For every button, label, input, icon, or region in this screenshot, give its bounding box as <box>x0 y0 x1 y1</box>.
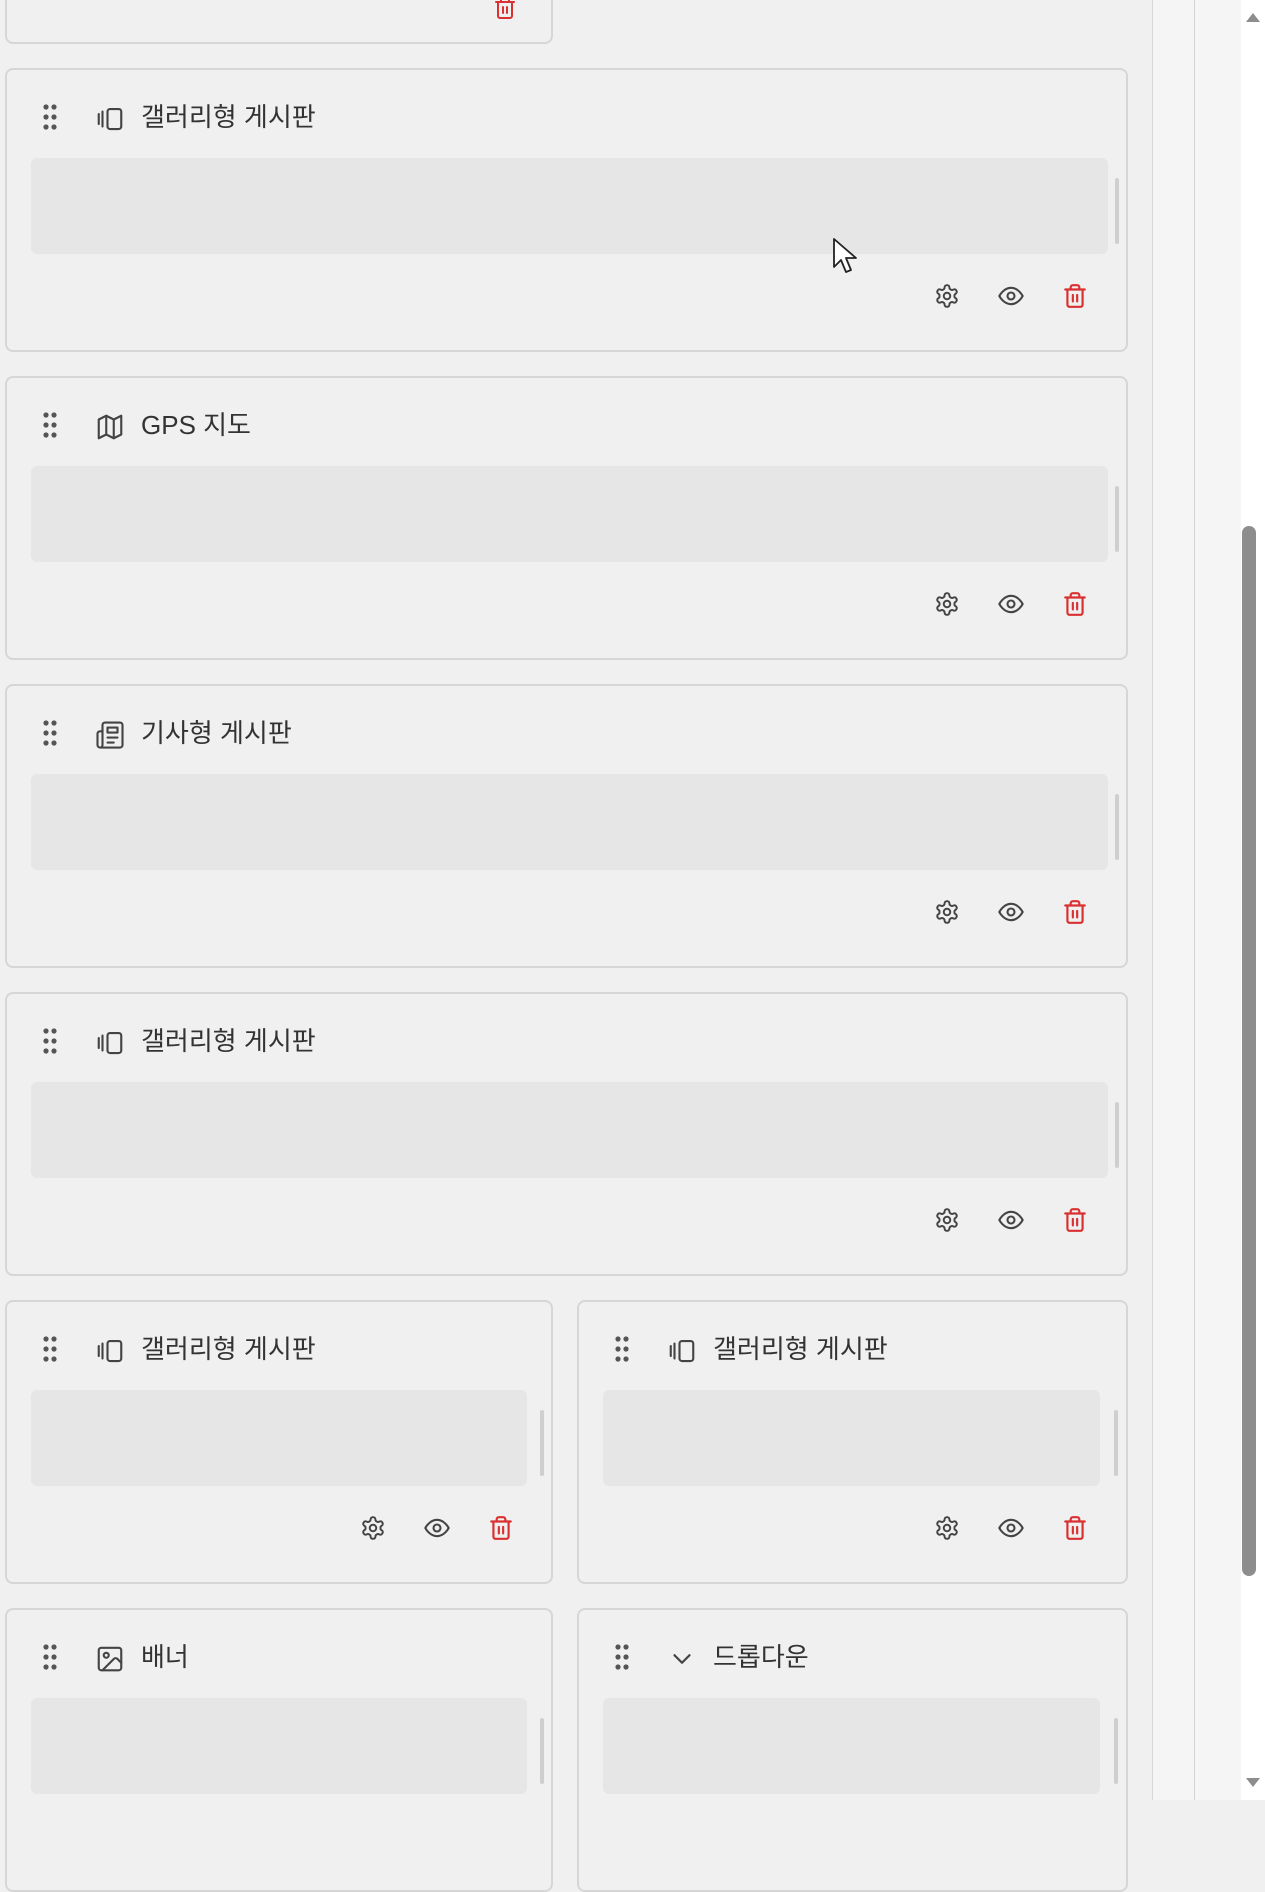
scroll-down-arrow-icon[interactable] <box>1241 1764 1265 1800</box>
card-scrollbar[interactable] <box>1114 1718 1118 1784</box>
card-scrollbar[interactable] <box>1115 794 1119 860</box>
card-title: 배너 <box>141 1642 189 1672</box>
layout-canvas: 갤러리형 게시판 GPS 지도 기사형 게시판 갤러리형 게시판 갤러리형 게시… <box>0 0 1152 1892</box>
card-scrollbar[interactable] <box>540 1410 544 1476</box>
gear-icon[interactable] <box>931 280 963 312</box>
card-banner[interactable]: 배너 <box>5 1608 553 1892</box>
gallery-icon <box>667 1336 697 1366</box>
scroll-up-arrow-icon[interactable] <box>1241 0 1265 36</box>
card-scrollbar[interactable] <box>1114 1410 1118 1476</box>
mouse-cursor-icon <box>832 237 860 277</box>
right-side-panel <box>1152 0 1242 1800</box>
card-scrollbar[interactable] <box>1115 486 1119 552</box>
drag-handle-icon[interactable] <box>43 1644 57 1670</box>
card-content-area <box>31 466 1108 562</box>
drag-handle-icon[interactable] <box>43 1028 57 1054</box>
card-content-area <box>31 774 1108 870</box>
map-icon <box>95 412 125 442</box>
gallery-icon <box>95 104 125 134</box>
card-title: 갤러리형 게시판 <box>141 102 316 132</box>
card-title: GPS 지도 <box>141 410 251 440</box>
gear-icon[interactable] <box>931 1512 963 1544</box>
trash-icon[interactable] <box>1059 1512 1091 1544</box>
card-gallery-board[interactable]: 갤러리형 게시판 <box>577 1300 1128 1584</box>
trash-icon[interactable] <box>1059 280 1091 312</box>
gallery-icon <box>95 1028 125 1058</box>
card-title: 갤러리형 게시판 <box>713 1334 888 1364</box>
eye-icon[interactable] <box>995 280 1027 312</box>
card-title: 드롭다운 <box>713 1642 809 1672</box>
card-actions <box>7 1204 1130 1236</box>
card-title: 갤러리형 게시판 <box>141 1334 316 1364</box>
page-scrollbar[interactable] <box>1241 0 1265 1800</box>
gear-icon[interactable] <box>931 896 963 928</box>
card-actions <box>7 280 1130 312</box>
drag-handle-icon[interactable] <box>43 104 57 130</box>
image-icon <box>95 1644 125 1674</box>
drag-handle-icon[interactable] <box>43 1336 57 1362</box>
trash-icon[interactable] <box>1059 896 1091 928</box>
trash-icon[interactable] <box>1059 588 1091 620</box>
card-partial-top <box>5 0 553 44</box>
card-content-area <box>603 1698 1100 1794</box>
chevron-down-icon <box>667 1644 697 1674</box>
gear-icon[interactable] <box>931 588 963 620</box>
panel-divider <box>1194 0 1195 1800</box>
drag-handle-icon[interactable] <box>615 1644 629 1670</box>
card-content-area <box>31 1082 1108 1178</box>
eye-icon[interactable] <box>995 896 1027 928</box>
card-content-area <box>31 1390 527 1486</box>
card-scrollbar[interactable] <box>1115 178 1119 244</box>
card-content-area <box>31 1698 527 1794</box>
card-gallery-board[interactable]: 갤러리형 게시판 <box>5 992 1128 1276</box>
card-gallery-board[interactable]: 갤러리형 게시판 <box>5 1300 553 1584</box>
gallery-icon <box>95 1336 125 1366</box>
card-actions <box>7 896 1130 928</box>
card-content-area <box>31 158 1108 254</box>
card-title: 갤러리형 게시판 <box>141 1026 316 1056</box>
newspaper-icon <box>95 720 125 750</box>
eye-icon[interactable] <box>421 1512 453 1544</box>
eye-icon[interactable] <box>995 1512 1027 1544</box>
card-actions <box>579 1512 1130 1544</box>
drag-handle-icon[interactable] <box>615 1336 629 1362</box>
card-scrollbar[interactable] <box>1115 1102 1119 1168</box>
eye-icon[interactable] <box>995 588 1027 620</box>
gear-icon[interactable] <box>931 1204 963 1236</box>
card-gps-map[interactable]: GPS 지도 <box>5 376 1128 660</box>
trash-icon[interactable] <box>1059 1204 1091 1236</box>
scrollbar-thumb[interactable] <box>1242 526 1256 1576</box>
card-content-area <box>603 1390 1100 1486</box>
card-dropdown[interactable]: 드롭다운 <box>577 1608 1128 1892</box>
card-actions <box>7 1512 555 1544</box>
card-actions <box>7 588 1130 620</box>
trash-icon[interactable] <box>489 0 521 24</box>
gear-icon[interactable] <box>357 1512 389 1544</box>
card-article-board[interactable]: 기사형 게시판 <box>5 684 1128 968</box>
card-title: 기사형 게시판 <box>141 718 292 748</box>
drag-handle-icon[interactable] <box>43 720 57 746</box>
drag-handle-icon[interactable] <box>43 412 57 438</box>
card-gallery-board[interactable]: 갤러리형 게시판 <box>5 68 1128 352</box>
trash-icon[interactable] <box>485 1512 517 1544</box>
eye-icon[interactable] <box>995 1204 1027 1236</box>
card-scrollbar[interactable] <box>540 1718 544 1784</box>
